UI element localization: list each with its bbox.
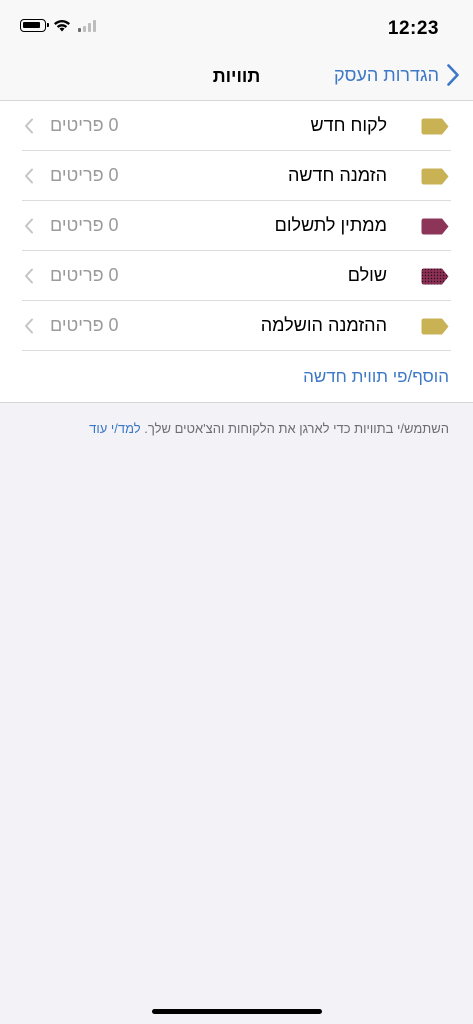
- tag-icon: [421, 318, 449, 335]
- cellular-signal-icon: [78, 19, 96, 32]
- chevron-left-icon: [25, 118, 33, 134]
- tag-count: 0 פריטים: [50, 265, 119, 285]
- tag-shape: [421, 218, 449, 235]
- tag-count: 0 פריטים: [50, 315, 119, 335]
- tag-icon: [421, 218, 449, 235]
- tag-count: 0 פריטים: [50, 115, 119, 135]
- tag-shape: [421, 168, 449, 185]
- status-icons: [20, 19, 96, 32]
- tag-row[interactable]: ההזמנה הושלמה 0 פריטים: [0, 301, 473, 351]
- chevron-left-icon: [25, 268, 33, 284]
- back-button[interactable]: הגדרות העסק: [334, 64, 459, 86]
- tag-shape: [421, 118, 449, 135]
- tag-row[interactable]: ממתין לתשלום 0 פריטים: [0, 201, 473, 251]
- tag-row[interactable]: שולם 0 פריטים: [0, 251, 473, 301]
- wifi-icon: [54, 20, 70, 32]
- status-bar: 12:23: [0, 0, 473, 56]
- tag-label: ממתין לתשלום: [274, 215, 387, 235]
- learn-more-link[interactable]: למד/י עוד: [89, 421, 141, 436]
- tag-label: הזמנה חדשה: [287, 165, 387, 185]
- tag-row[interactable]: הזמנה חדשה 0 פריטים: [0, 151, 473, 201]
- chevron-left-icon: [25, 218, 33, 234]
- tag-label: לקוח חדש: [310, 115, 387, 135]
- add-tag-row[interactable]: הוסף/פי תווית חדשה: [0, 351, 473, 402]
- chevron-right-icon: [447, 64, 459, 86]
- chevron-left-icon: [25, 168, 33, 184]
- home-indicator[interactable]: [152, 1009, 322, 1014]
- tag-icon: [421, 168, 449, 185]
- tag-icon: [421, 118, 449, 135]
- tag-count: 0 פריטים: [50, 165, 119, 185]
- tags-list: לקוח חדש 0 פריטים הזמנה חדשה 0 פריטים ממ…: [0, 101, 473, 403]
- footer-text: השתמש/י בתוויות כדי לארגן את הלקוחות והצ…: [144, 421, 449, 436]
- tag-shape: [421, 318, 449, 335]
- add-tag-button[interactable]: הוסף/פי תווית חדשה: [303, 367, 449, 387]
- tag-label: שולם: [347, 265, 387, 285]
- tag-count: 0 פריטים: [50, 215, 119, 235]
- status-time: 12:23: [387, 18, 439, 39]
- battery-icon: [20, 19, 49, 32]
- tag-label: ההזמנה הושלמה: [260, 315, 387, 335]
- navigation-bar: תוויות הגדרות העסק: [0, 56, 473, 101]
- chevron-left-icon: [25, 318, 33, 334]
- tag-icon: [421, 268, 449, 285]
- tag-row[interactable]: לקוח חדש 0 פריטים: [0, 101, 473, 151]
- back-button-label: הגדרות העסק: [333, 64, 439, 85]
- footer-note: השתמש/י בתוויות כדי לארגן את הלקוחות והצ…: [89, 421, 449, 436]
